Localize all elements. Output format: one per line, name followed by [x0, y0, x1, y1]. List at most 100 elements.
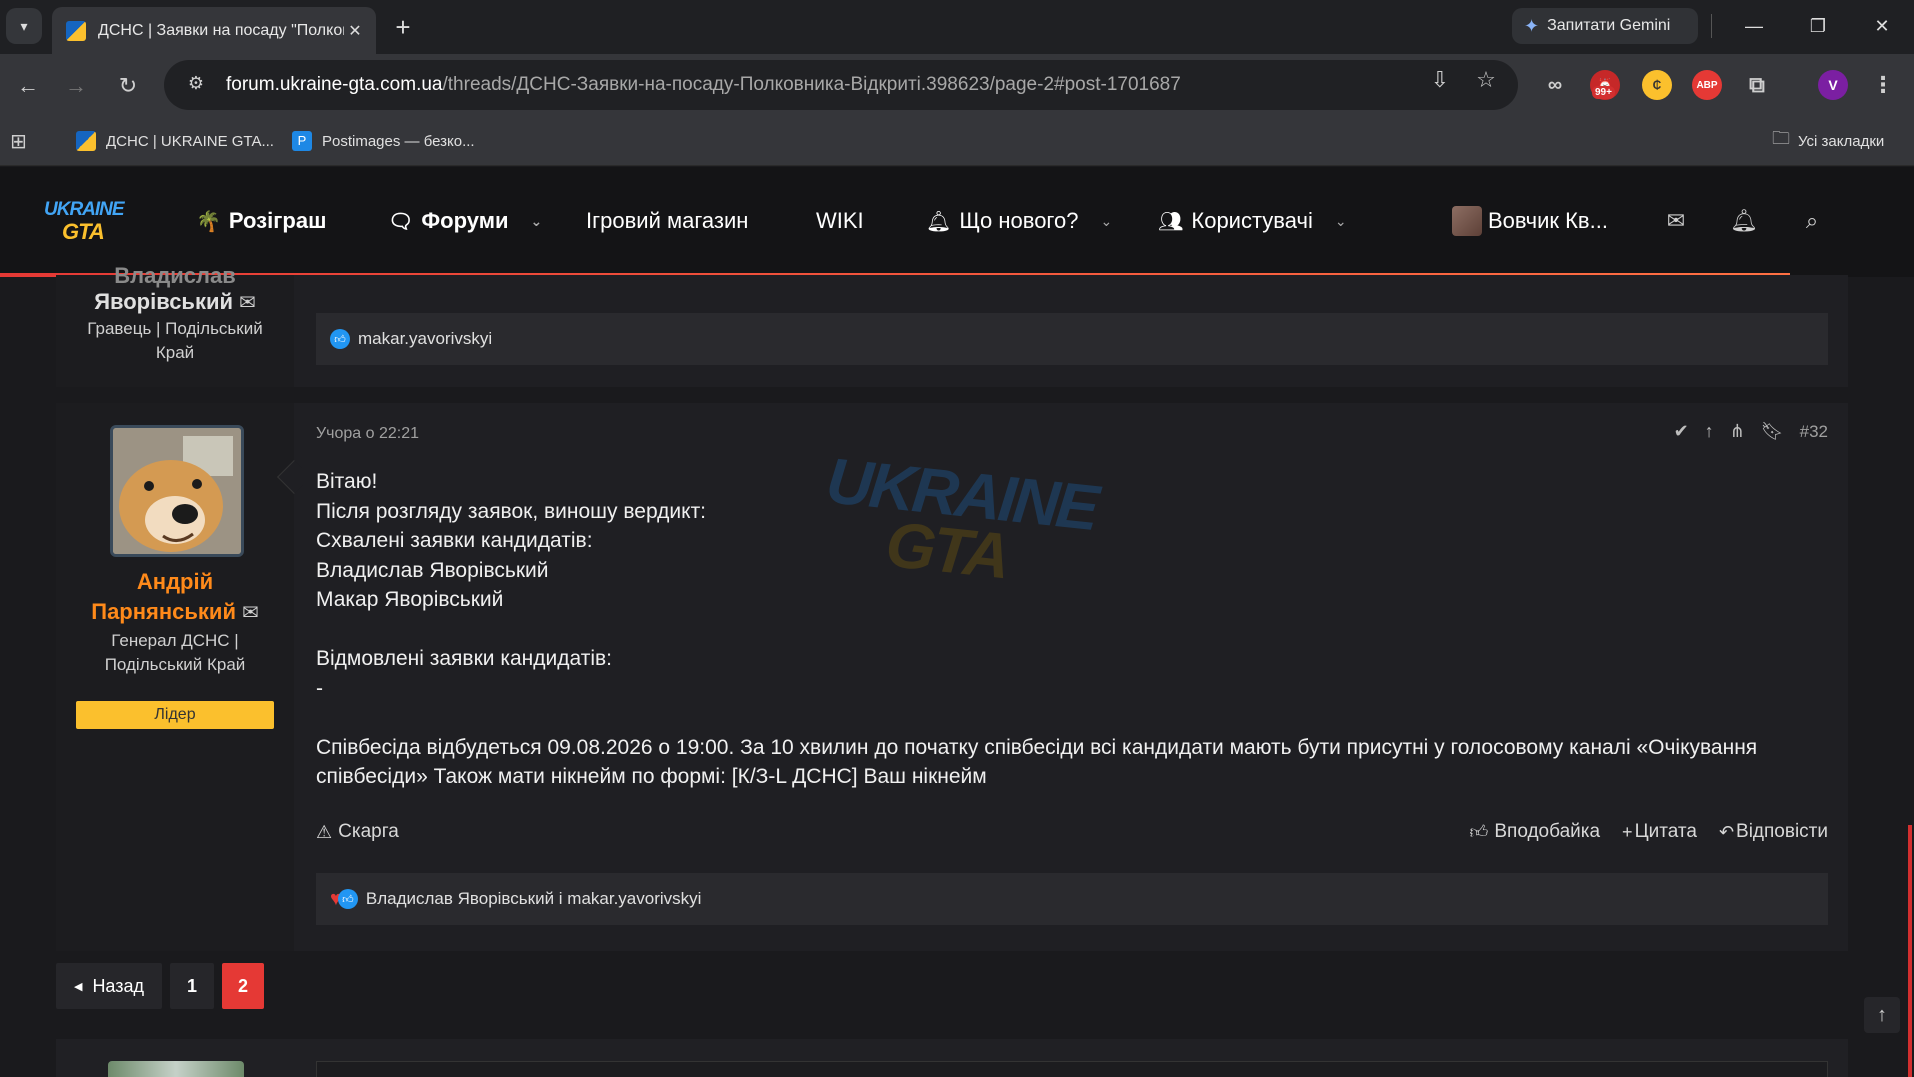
report-label: Скарга — [338, 821, 399, 842]
notification-bell-icon[interactable]: 🔔︎ — [1728, 205, 1760, 237]
chat-bubble-icon: 🗨 — [388, 210, 414, 233]
scrollbar-thumb[interactable] — [1908, 825, 1912, 1077]
adblock-extension-icon[interactable]: ABP — [1692, 70, 1722, 100]
reply-arrow-icon: ↶ — [1718, 821, 1735, 842]
reactions-bar[interactable]: 👍︎ makar.yavorivskyi — [316, 313, 1828, 365]
check-circle-icon[interactable]: ✔ — [1674, 421, 1689, 442]
back-arrow-icon[interactable]: ← — [10, 68, 46, 104]
bookmark-label: ДСНС | UKRAINE GTA... — [106, 132, 274, 150]
message-line: Відмовлені заявки кандидатів: — [316, 647, 612, 670]
extension-coin-icon[interactable]: ₵ — [1642, 70, 1672, 100]
username[interactable]: Андрій Парнянський ✉ — [56, 567, 294, 628]
message-line: Владислав Яворівський — [316, 558, 549, 582]
mail-icon[interactable]: ✉ — [242, 602, 259, 624]
nav-users[interactable]: 👥︎ Користувачі ⌄ — [1158, 205, 1347, 237]
browser-toolbar: ← → ↻ ⚙ forum.ukraine-gta.com.ua /thread… — [0, 54, 1914, 116]
post-message: Вітаю! Після розгляду заявок, виношу вер… — [316, 467, 1816, 792]
report-button[interactable]: ⚠ Скарга — [316, 821, 399, 843]
bookmarks-bar: ⊞ ДСНС | UKRAINE GTA... P Postimages — б… — [0, 116, 1914, 166]
folder-icon: 🗀 — [1772, 128, 1790, 148]
bookmark-icon[interactable]: 🔖︎ — [1761, 421, 1784, 442]
reactions-bar[interactable]: ♥ 👍︎ Владислав Яворівський і makar.yavor… — [316, 873, 1828, 925]
all-bookmarks-button[interactable]: 🗀 Усі закладки — [1772, 128, 1884, 154]
inbox-icon[interactable]: ✉ — [1660, 205, 1692, 237]
like-reaction-icon: 👍︎ — [330, 329, 350, 349]
thumbs-up-icon: 👍︎ — [1469, 822, 1489, 842]
profile-initial: V — [1828, 77, 1838, 93]
bookmark-star-icon[interactable]: ☆ — [1471, 65, 1501, 95]
extensions-puzzle-icon[interactable]: ⧉ — [1742, 70, 1772, 100]
message-line — [316, 615, 1816, 645]
browser-tab-active[interactable]: ДСНС | Заявки на посаду "Полковника" Від… — [52, 7, 376, 54]
apps-grid-icon[interactable]: ⊞ — [10, 128, 27, 154]
like-label: Вподобайка — [1494, 821, 1601, 842]
message-line: Вітаю! — [316, 470, 378, 493]
post-date[interactable]: Учора о 22:21 — [316, 425, 419, 443]
search-icon[interactable]: ⌕ — [1796, 205, 1828, 237]
nav-whats-new-label: Що нового? — [959, 208, 1079, 233]
post: Андрій Парнянський ✉ Генерал ДСНС | Поділ… — [56, 403, 1848, 951]
arrow-up-icon[interactable]: ↑ — [1705, 421, 1714, 442]
reload-icon[interactable]: ↻ — [110, 68, 146, 104]
reader-mode-icon[interactable]: ∞ — [1540, 70, 1570, 100]
chevron-down-icon[interactable]: ⌄ — [531, 213, 543, 230]
reply-button[interactable]: ↶ Відповісти — [1719, 821, 1828, 843]
tab-search-button[interactable]: ▾ — [6, 8, 42, 44]
nav-wiki[interactable]: WIKI — [816, 205, 864, 237]
message-line: Макар Яворівський — [316, 588, 504, 611]
ask-gemini-button[interactable]: ✦ Запитати Gemini — [1512, 8, 1698, 44]
site-info-icon[interactable]: ⚙ — [184, 73, 208, 97]
pagination: ◀ Назад 1 2 — [56, 963, 264, 1009]
post-number[interactable]: #32 — [1800, 422, 1828, 442]
quote-button[interactable]: + Цитата — [1622, 821, 1697, 843]
nav-forums[interactable]: 🗨 Форуми ⌄ — [388, 205, 542, 237]
chevron-down-icon[interactable]: ⌄ — [1100, 213, 1112, 230]
thread-content: Владислав Яворівський ✉ Гравець | Подільс… — [0, 263, 1914, 1077]
next-post — [56, 1039, 1848, 1077]
address-bar[interactable]: ⚙ forum.ukraine-gta.com.ua /threads/ДСНС… — [164, 60, 1518, 110]
reactions-users[interactable]: Владислав Яворівський і makar.yavorivsky… — [366, 889, 702, 909]
new-tab-button[interactable]: + — [388, 13, 418, 43]
restore-button[interactable]: ❐ — [1798, 10, 1838, 42]
mail-icon[interactable]: ✉ — [239, 292, 256, 314]
pagination-page-1[interactable]: 1 — [170, 963, 214, 1009]
url-path: /threads/ДСНС-Заявки-на-посаду-Полковник… — [442, 74, 1181, 95]
nav-giveaway[interactable]: 🌴 Розіграш — [196, 205, 326, 237]
like-button[interactable]: 👍︎ Вподобайка — [1470, 821, 1601, 843]
avatar[interactable] — [108, 1061, 244, 1077]
ask-gemini-label: Запитати Gemini — [1547, 17, 1671, 34]
like-reaction-icon: 👍︎ — [337, 889, 358, 909]
pagination-prev-button[interactable]: ◀ Назад — [56, 963, 162, 1009]
site-logo[interactable]: UKRAINE GTA — [44, 199, 128, 249]
share-icon[interactable]: ⋔ — [1730, 421, 1745, 442]
tab-title: ДСНС | Заявки на посаду "Полковника" Від… — [98, 21, 344, 39]
nav-whats-new[interactable]: 🔔︎ Що нового? ⌄ — [926, 205, 1112, 237]
nav-shop[interactable]: Ігровий магазин — [586, 205, 748, 237]
minimize-button[interactable]: — — [1734, 10, 1774, 42]
chevron-down-icon: ▾ — [20, 17, 28, 34]
pagination-page-2[interactable]: 2 — [222, 963, 264, 1009]
scroll-to-top-button[interactable]: ↑ — [1864, 997, 1900, 1033]
reactions-users[interactable]: makar.yavorivskyi — [358, 329, 492, 349]
bookmark-item[interactable]: P Postimages — безко... — [292, 128, 475, 154]
postimages-icon: P — [292, 131, 312, 151]
chevron-down-icon[interactable]: ⌄ — [1335, 213, 1347, 230]
close-icon[interactable]: ✕ — [344, 20, 366, 42]
previous-post: Владислав Яворівський ✉ Гравець | Подільс… — [56, 263, 1848, 387]
site-favicon-icon — [66, 20, 86, 41]
more-menu-icon[interactable]: ⋮ — [1868, 70, 1898, 100]
post-user-column: Андрій Парнянський ✉ Генерал ДСНС | Поділ… — [56, 403, 294, 951]
post-body-column — [316, 1061, 1828, 1077]
bookmark-item[interactable]: ДСНС | UKRAINE GTA... — [76, 128, 274, 154]
quote-label: Цитата — [1634, 821, 1697, 842]
username[interactable]: Яворівський ✉ — [56, 287, 294, 318]
user-title: Гравець | Подільський Край — [87, 319, 263, 362]
post-footer-actions: 👍︎ Вподобайка + Цитата ↶ Відповісти — [1470, 821, 1828, 843]
close-window-button[interactable]: ✕ — [1862, 10, 1902, 42]
avatar[interactable] — [110, 425, 244, 557]
install-app-icon[interactable]: ⇩ — [1425, 65, 1455, 95]
profile-avatar[interactable]: V — [1818, 70, 1848, 100]
nav-account[interactable]: Вовчик Кв... — [1452, 205, 1608, 237]
forward-arrow-icon[interactable]: → — [58, 68, 94, 104]
pagination-prev-label: Назад — [92, 975, 145, 996]
